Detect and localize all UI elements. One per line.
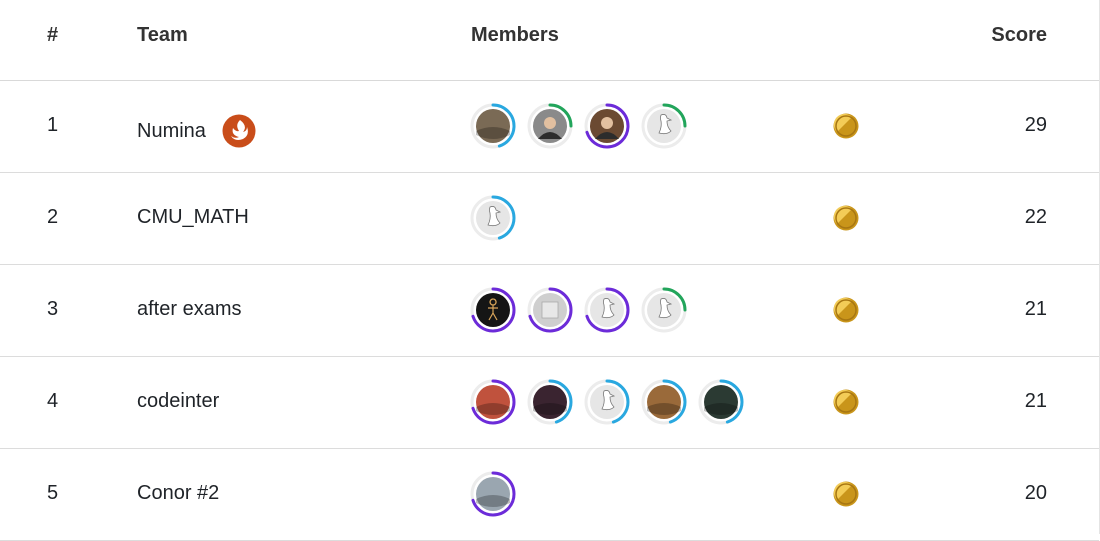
table-header: # Team Members Score	[0, 0, 1099, 81]
city-photo-avatar[interactable]	[470, 103, 516, 149]
team-cell: after exams	[137, 298, 241, 321]
score-cell: 22	[1024, 206, 1047, 228]
members-cell	[470, 103, 698, 149]
team-column-header[interactable]: Team	[137, 24, 188, 47]
members-cell	[470, 287, 698, 333]
members-cell	[470, 195, 527, 241]
members-column-header[interactable]: Members	[471, 24, 559, 47]
team-cell: codeinter	[137, 390, 219, 413]
goose-avatar[interactable]	[641, 287, 687, 333]
score-cell: 20	[1024, 482, 1047, 504]
team-name[interactable]: CMU_MATH	[137, 206, 249, 229]
team-name[interactable]: Numina	[137, 120, 206, 143]
gold-medal-icon	[833, 297, 859, 323]
gold-medal-icon	[833, 389, 859, 415]
stick-figure-avatar[interactable]	[470, 287, 516, 333]
rank-cell: 1	[47, 114, 59, 136]
gold-medal-icon	[833, 481, 859, 507]
person-photo-avatar[interactable]	[527, 103, 573, 149]
rank-cell: 5	[47, 482, 59, 504]
team-cell: CMU_MATH	[137, 206, 249, 229]
team-cell: Numina	[137, 114, 256, 148]
score-cell: 21	[1024, 390, 1047, 412]
team-name[interactable]: codeinter	[137, 390, 219, 413]
dark-photo-avatar[interactable]	[698, 379, 744, 425]
gold-medal-icon	[833, 113, 859, 139]
flame-logo-icon	[222, 114, 256, 148]
team-cell: Conor #2	[137, 482, 219, 505]
score-cell: 21	[1024, 298, 1047, 320]
gold-medal-icon	[833, 205, 859, 231]
pattern-avatar[interactable]	[527, 287, 573, 333]
person-photo-avatar[interactable]	[584, 103, 630, 149]
team-name[interactable]: after exams	[137, 298, 241, 321]
table-row[interactable]: 1 Numina 29	[0, 81, 1099, 173]
score-column-header[interactable]: Score	[991, 24, 1047, 47]
landscape-photo-avatar[interactable]	[470, 471, 516, 517]
dog-photo-avatar[interactable]	[641, 379, 687, 425]
members-cell	[470, 379, 755, 425]
rank-cell: 4	[47, 390, 59, 412]
goose-avatar[interactable]	[470, 195, 516, 241]
rank-cell: 3	[47, 298, 59, 320]
anime-avatar[interactable]	[527, 379, 573, 425]
team-name[interactable]: Conor #2	[137, 482, 219, 505]
members-cell	[470, 471, 527, 517]
flowers-photo-avatar[interactable]	[470, 379, 516, 425]
goose-avatar[interactable]	[641, 103, 687, 149]
score-cell: 29	[1024, 114, 1047, 136]
table-row[interactable]: 3 after exams 21	[0, 265, 1099, 357]
table-row[interactable]: 2 CMU_MATH 22	[0, 173, 1099, 265]
table-row[interactable]: 4 codeinter 21	[0, 357, 1099, 449]
table-row[interactable]: 5 Conor #2 20	[0, 449, 1099, 541]
rank-cell: 2	[47, 206, 59, 228]
rank-column-header[interactable]: #	[47, 24, 58, 47]
goose-avatar[interactable]	[584, 287, 630, 333]
goose-avatar[interactable]	[584, 379, 630, 425]
